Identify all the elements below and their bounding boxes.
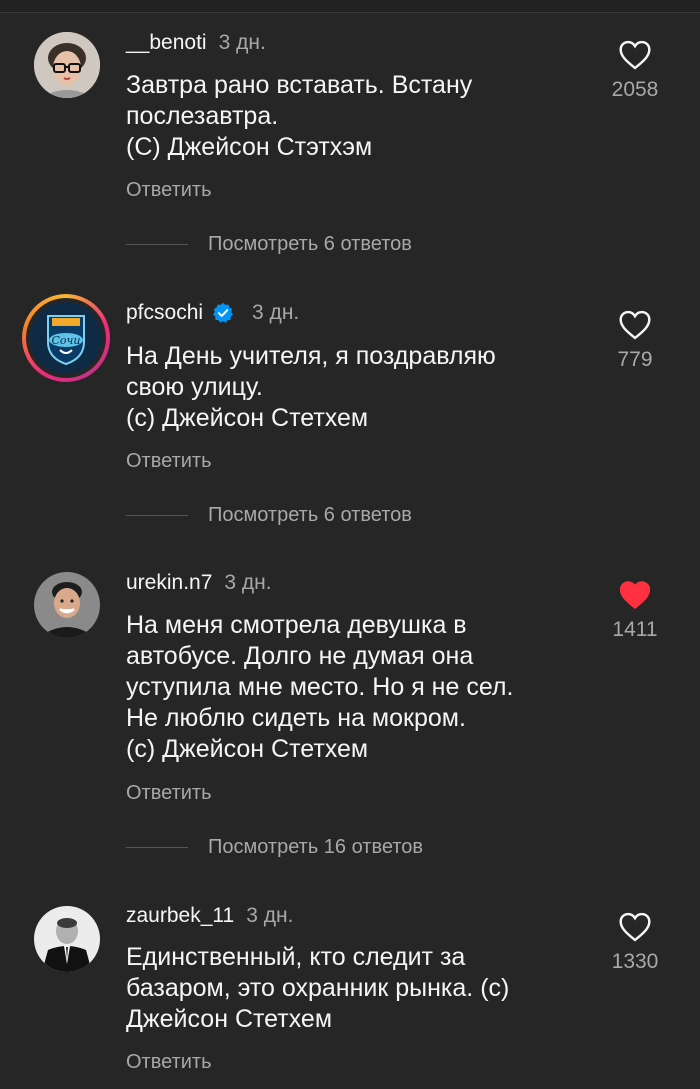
like-count: 1411 <box>612 618 658 641</box>
like-button[interactable]: 779 <box>595 310 675 372</box>
comment-line: Завтра рано вставать. Встану <box>126 71 473 99</box>
view-replies-button[interactable]: Посмотреть 6 ответов <box>126 233 412 256</box>
comment-line: На День учителя, я поздравляю <box>126 342 496 370</box>
avatar[interactable]: Сочи <box>22 294 110 382</box>
view-replies-button[interactable]: Посмотреть 6 ответов <box>126 504 412 527</box>
like-count: 1330 <box>611 950 659 973</box>
timestamp: 3 дн. <box>218 31 266 54</box>
comment-line: На меня смотрела девушка в <box>126 611 467 639</box>
username[interactable]: urekin.n7 <box>126 571 212 595</box>
logo-text: Сочи <box>52 334 81 347</box>
comment-line: (с) Джейсон Стетхем <box>126 735 369 763</box>
view-replies-button[interactable]: Посмотреть 16 ответов <box>126 836 423 859</box>
comment-text: На меня смотрела девушка в автобусе. Дол… <box>126 610 586 765</box>
comment-line: автобусе. Долго не думая она <box>126 642 474 670</box>
like-button[interactable]: 1330 <box>595 912 675 974</box>
like-button[interactable]: 2058 <box>595 40 675 102</box>
timestamp: 3 дн. <box>224 571 272 594</box>
reply-button[interactable]: Ответить <box>126 782 212 805</box>
comment-line: послезавтра. <box>126 102 279 130</box>
heart-icon <box>619 310 651 340</box>
verified-badge-icon <box>213 302 233 323</box>
like-count: 2058 <box>611 78 659 101</box>
comment-line: Единственный, кто следит за <box>126 943 466 971</box>
comment-line: Джейсон Стетхем <box>126 1005 333 1033</box>
divider-line <box>126 515 188 516</box>
pfc-sochi-logo-icon: Сочи <box>30 302 102 374</box>
heart-icon <box>619 40 651 70</box>
comment-text: На День учителя, я поздравляю свою улицу… <box>126 341 586 434</box>
comment-text: Завтра рано вставать. Встану послезавтра… <box>126 70 586 163</box>
reply-button[interactable]: Ответить <box>126 179 212 202</box>
avatar[interactable] <box>34 32 100 98</box>
reply-button[interactable]: Ответить <box>126 450 212 473</box>
heart-icon <box>619 912 651 942</box>
like-button[interactable]: 1411 <box>595 580 675 642</box>
username[interactable]: zaurbek_11 <box>126 904 234 928</box>
comment-line: уступила мне место. Но я не сел. <box>126 673 514 701</box>
avatar[interactable] <box>34 572 100 638</box>
heart-filled-icon <box>619 581 651 609</box>
username[interactable]: __benoti <box>126 31 207 55</box>
like-count: 779 <box>617 348 653 371</box>
comment-line: базаром, это охранник рынка. (с) <box>126 974 510 1002</box>
timestamp: 3 дн. <box>252 301 300 324</box>
avatar-image <box>34 32 100 98</box>
avatar-image <box>34 906 100 972</box>
comment-line: свою улицу. <box>126 373 263 401</box>
avatar[interactable] <box>34 906 100 972</box>
username[interactable]: pfcsochi <box>126 301 203 325</box>
divider-line <box>126 847 188 848</box>
comment-line: (с) Джейсон Стетхем <box>126 404 369 432</box>
top-divider <box>0 0 700 13</box>
comment-text: Единственный, кто следит за базаром, это… <box>126 942 586 1035</box>
comment-line: (С) Джейсон Стэтхэм <box>126 133 373 161</box>
comment-line: Не люблю сидеть на мокром. <box>126 704 466 732</box>
timestamp: 3 дн. <box>246 904 294 927</box>
view-replies-label: Посмотреть 16 ответов <box>208 836 423 858</box>
avatar-image <box>34 572 100 638</box>
view-replies-label: Посмотреть 6 ответов <box>208 233 412 255</box>
view-replies-label: Посмотреть 6 ответов <box>208 504 412 526</box>
reply-button[interactable]: Ответить <box>126 1051 212 1074</box>
divider-line <box>126 244 188 245</box>
avatar-image: Сочи <box>30 302 102 374</box>
